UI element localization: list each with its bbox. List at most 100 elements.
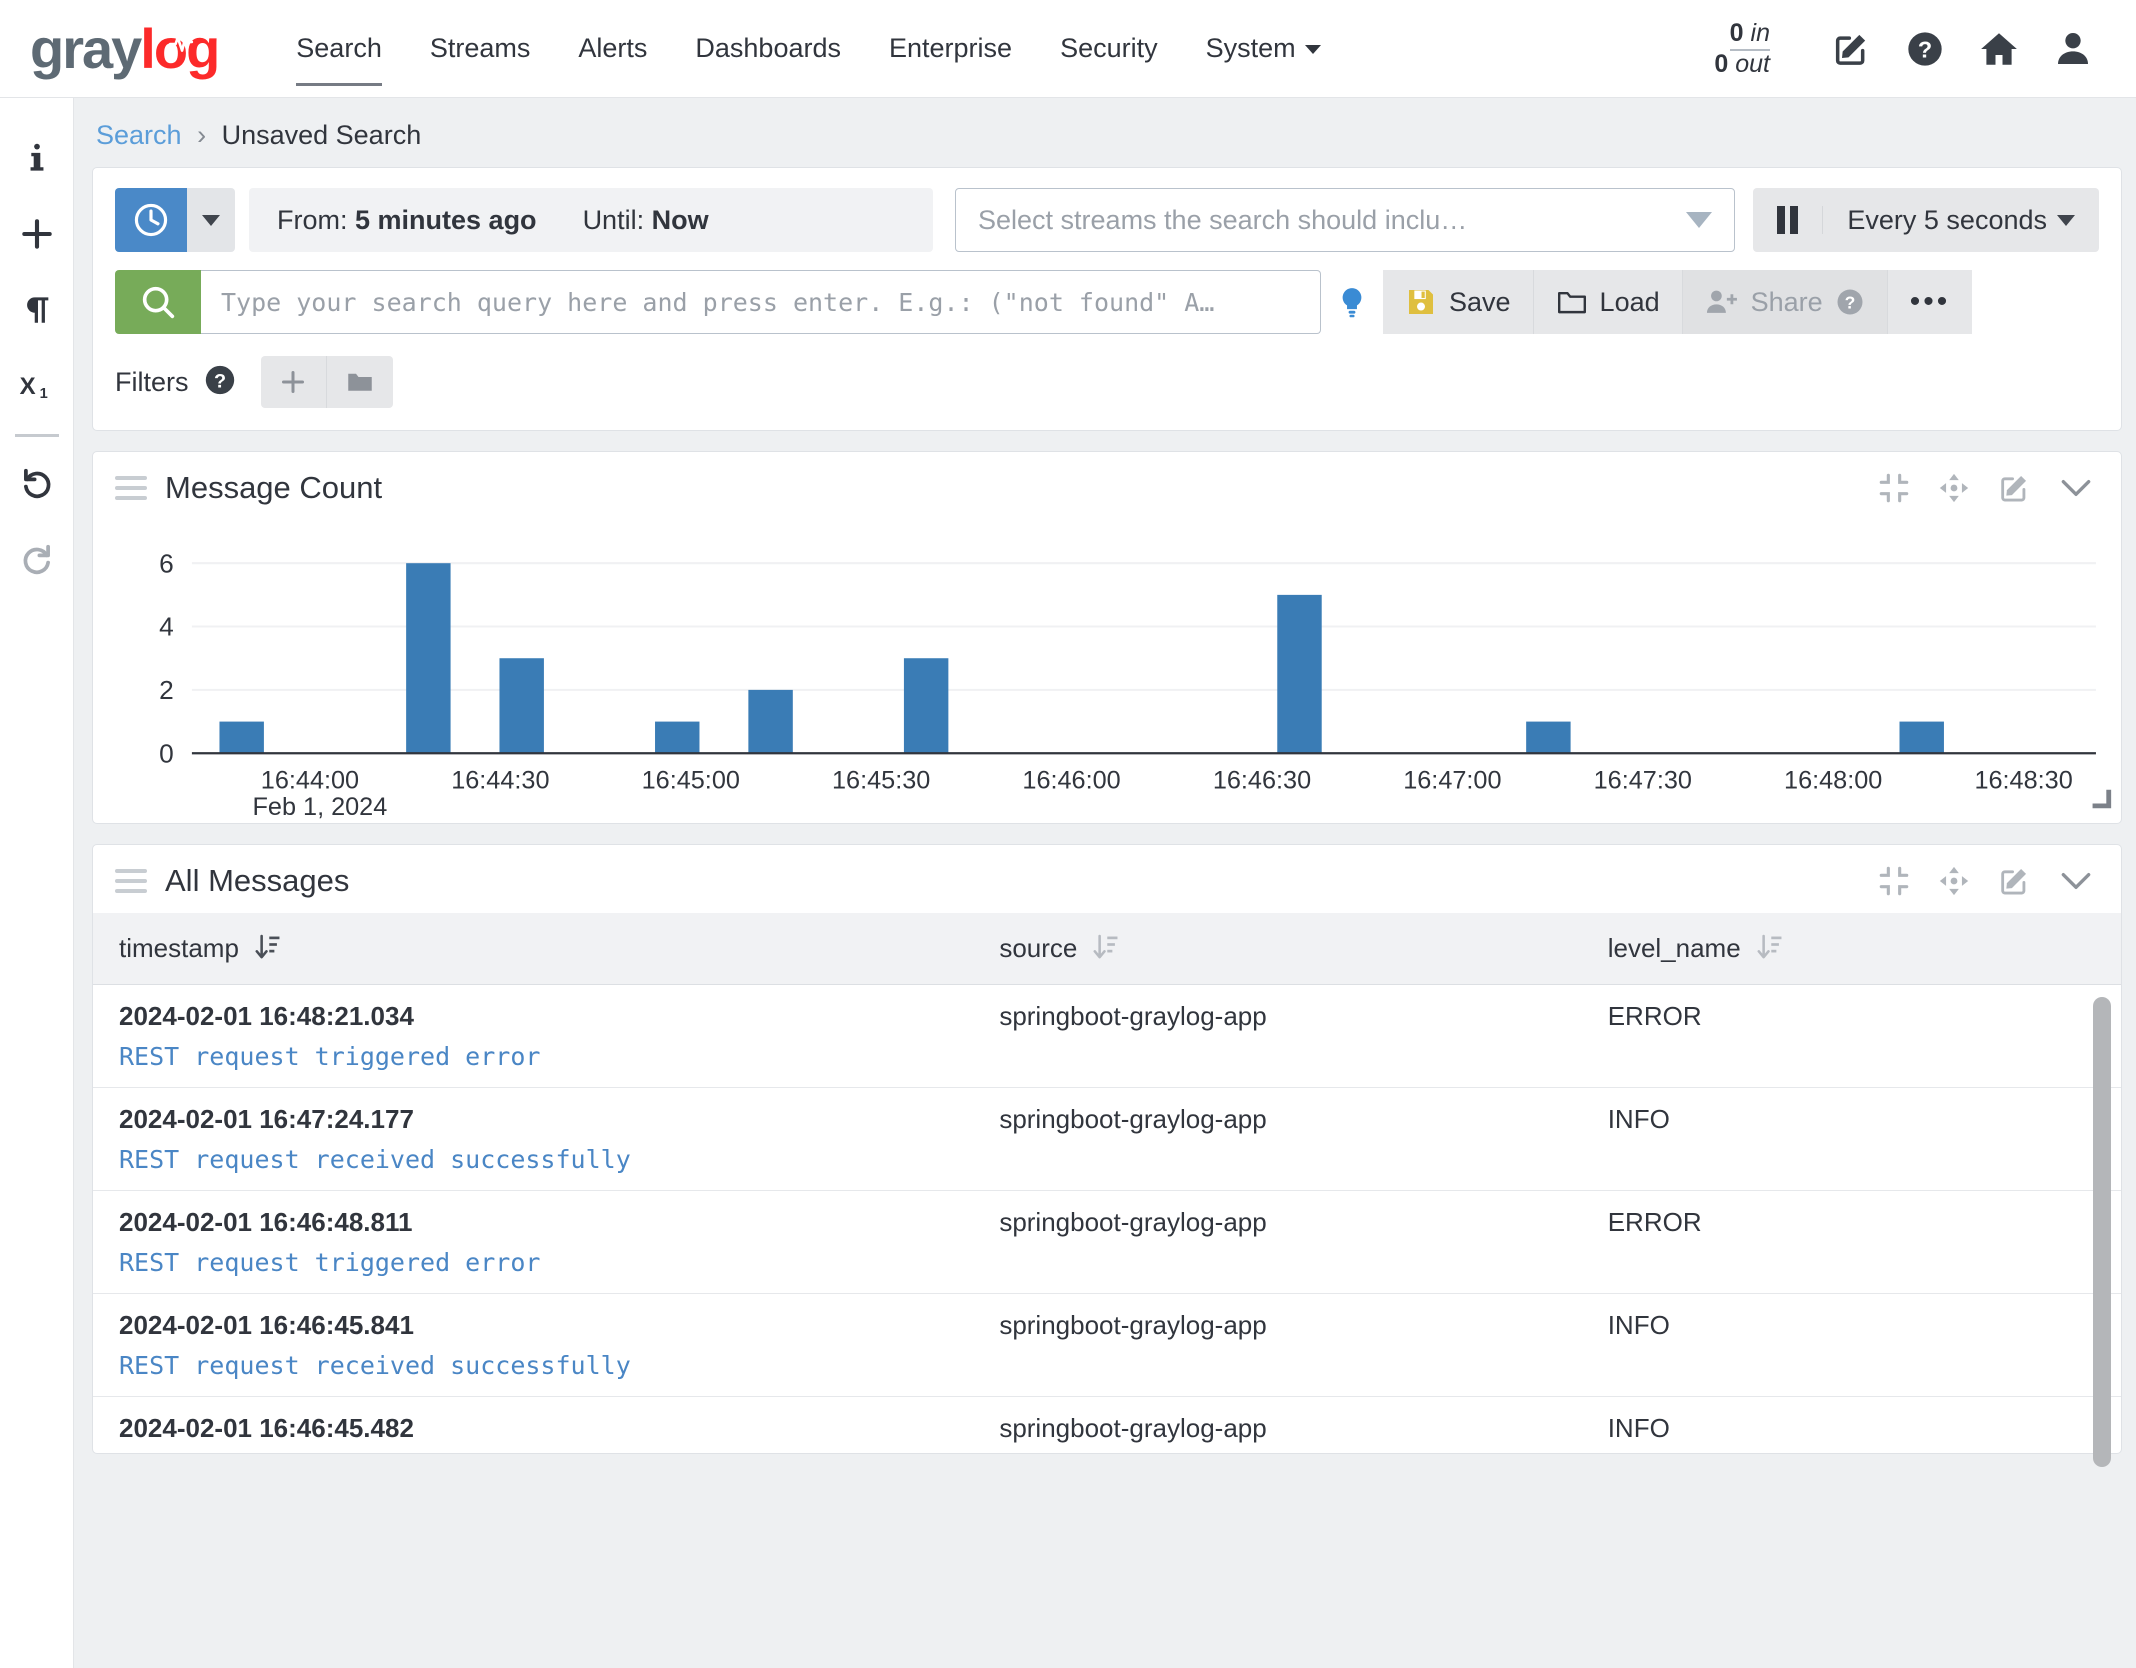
edit-widget-icon[interactable] — [1997, 471, 2031, 505]
collapse-icon[interactable] — [1877, 471, 1911, 505]
svg-text:16:46:30: 16:46:30 — [1213, 767, 1311, 795]
table-row[interactable]: 2024-02-01 16:46:45.482REST request rece… — [93, 1396, 2121, 1453]
refresh-controls: Every 5 seconds — [1753, 188, 2099, 252]
chevron-down-icon — [202, 214, 220, 226]
cell-level-name: INFO — [1593, 1293, 2121, 1397]
chevron-down-icon — [2057, 214, 2075, 226]
messages-table-wrapper: timestamp source level_name 2024-02-01 1… — [93, 912, 2121, 1467]
graylog-logo[interactable]: gray log — [30, 16, 220, 81]
cell-level-name: ERROR — [1593, 984, 2121, 1088]
home-icon[interactable] — [1962, 28, 2036, 70]
info-icon[interactable] — [0, 120, 74, 196]
load-button[interactable]: Load — [1533, 270, 1683, 334]
sort-icon[interactable] — [1757, 934, 1783, 962]
help-icon[interactable]: ? — [1888, 29, 1962, 69]
query-action-buttons: Save Load Share ? ••• — [1383, 270, 1973, 334]
undo-icon[interactable] — [0, 445, 74, 521]
share-button[interactable]: Share ? — [1682, 270, 1888, 334]
add-icon[interactable] — [0, 196, 74, 272]
field-subscript-icon[interactable]: X 1 — [0, 348, 74, 424]
pause-button[interactable] — [1753, 206, 1824, 234]
breadcrumb: Search › Unsaved Search — [92, 98, 2122, 167]
drag-handle-icon[interactable] — [115, 476, 147, 500]
chart-bar[interactable] — [655, 721, 700, 754]
filters-label: Filters — [115, 366, 189, 397]
cell-timestamp: 2024-02-01 16:46:45.841 REST request rece… — [93, 1293, 986, 1397]
nav-item-search[interactable]: Search — [272, 25, 406, 86]
table-row[interactable]: 2024-02-01 16:48:21.034 REST request trig… — [93, 984, 2121, 1088]
filter-folder-button[interactable] — [326, 356, 393, 408]
nav-item-system[interactable]: System — [1182, 25, 1345, 72]
user-icon[interactable] — [2036, 29, 2110, 69]
column-header-level-name[interactable]: level_name — [1593, 912, 2121, 985]
query-hint-bulb-icon[interactable] — [1321, 270, 1383, 334]
column-label-timestamp: timestamp — [119, 932, 239, 963]
scrollbar-thumb[interactable] — [2093, 996, 2111, 1467]
nav-item-enterprise[interactable]: Enterprise — [865, 25, 1036, 72]
cell-timestamp: 2024-02-01 16:46:45.482REST request rece… — [93, 1396, 986, 1453]
messages-table: timestamp source level_name 2024-02-01 1… — [93, 912, 2121, 1453]
logo-text-gray: gray — [30, 17, 142, 80]
widget-menu-chevron-icon[interactable] — [2057, 473, 2095, 503]
sort-icon[interactable] — [1093, 934, 1119, 962]
time-range-clock-button[interactable] — [115, 188, 187, 252]
chart-bar[interactable] — [1277, 594, 1322, 754]
widget-menu-chevron-icon[interactable] — [2057, 866, 2095, 896]
time-range-display[interactable]: From: 5 minutes ago Until: Now — [249, 188, 933, 252]
throughput-in-unit: in — [1750, 18, 1770, 47]
messages-scrollbar[interactable] — [2093, 996, 2111, 1467]
drag-handle-icon[interactable] — [115, 868, 147, 893]
time-from-value: 5 minutes ago — [355, 204, 537, 235]
svg-text:16:45:00: 16:45:00 — [642, 767, 740, 795]
nav-item-dashboards[interactable]: Dashboards — [671, 25, 865, 72]
add-filter-button[interactable] — [260, 356, 327, 408]
table-row[interactable]: 2024-02-01 16:46:48.811 REST request trig… — [93, 1190, 2121, 1294]
nav-item-alerts[interactable]: Alerts — [554, 25, 671, 72]
svg-text:16:44:00: 16:44:00 — [261, 767, 359, 795]
edit-icon[interactable] — [1814, 29, 1888, 69]
chart-bar[interactable] — [1899, 721, 1944, 754]
svg-text:4: 4 — [159, 612, 174, 642]
share-help-icon[interactable]: ? — [1835, 287, 1865, 317]
svg-text:1: 1 — [39, 386, 47, 402]
column-header-source[interactable]: source — [985, 912, 1594, 985]
edit-widget-icon[interactable] — [1997, 864, 2031, 898]
chart-bar[interactable] — [219, 721, 264, 754]
save-button[interactable]: Save — [1383, 270, 1534, 334]
collapse-icon[interactable] — [1877, 864, 1911, 898]
time-range-dropdown-button[interactable] — [187, 188, 235, 252]
chart-bar[interactable] — [499, 658, 544, 754]
sort-icon[interactable] — [255, 934, 281, 962]
chart-bar[interactable] — [748, 689, 793, 754]
sidebar-divider — [14, 434, 59, 437]
nav-item-streams[interactable]: Streams — [406, 25, 555, 72]
more-actions-button[interactable]: ••• — [1887, 270, 1973, 334]
svg-text:16:45:30: 16:45:30 — [832, 767, 930, 795]
breadcrumb-search-link[interactable]: Search — [96, 120, 182, 150]
table-row[interactable]: 2024-02-01 16:47:24.177 REST request rece… — [93, 1087, 2121, 1191]
timestamp-value: 2024-02-01 16:46:48.811 — [119, 1206, 413, 1237]
widget-actions-message-count — [1877, 471, 2101, 505]
paragraph-icon[interactable] — [0, 272, 74, 348]
nav-item-security[interactable]: Security — [1036, 25, 1182, 72]
refresh-interval-label: Every 5 seconds — [1847, 204, 2047, 235]
redo-icon[interactable] — [0, 521, 74, 597]
chevron-down-icon — [1304, 45, 1321, 55]
search-submit-button[interactable] — [115, 270, 201, 334]
filters-help-icon[interactable]: ? — [203, 363, 237, 402]
resize-handle[interactable] — [2087, 786, 2113, 817]
message-text: REST request received successfully — [119, 1350, 631, 1380]
chart-bar[interactable] — [1526, 721, 1571, 754]
cell-source: springboot-graylog-app — [985, 1396, 1594, 1453]
cell-source: springboot-graylog-app — [985, 1293, 1594, 1397]
search-query-input[interactable] — [201, 270, 1321, 334]
table-row[interactable]: 2024-02-01 16:46:45.841 REST request rece… — [93, 1293, 2121, 1397]
expand-fullscreen-icon[interactable] — [1937, 471, 1971, 505]
messages-scroll-area[interactable]: timestamp source level_name 2024-02-01 1… — [93, 912, 2121, 1453]
refresh-interval-dropdown[interactable]: Every 5 seconds — [1823, 205, 2099, 236]
stream-selector[interactable]: Select streams the search should inclu… — [955, 188, 1736, 252]
chart-bar[interactable] — [903, 658, 949, 754]
column-header-timestamp[interactable]: timestamp — [93, 912, 986, 985]
expand-fullscreen-icon[interactable] — [1937, 864, 1971, 898]
chart-bar[interactable] — [406, 563, 451, 754]
